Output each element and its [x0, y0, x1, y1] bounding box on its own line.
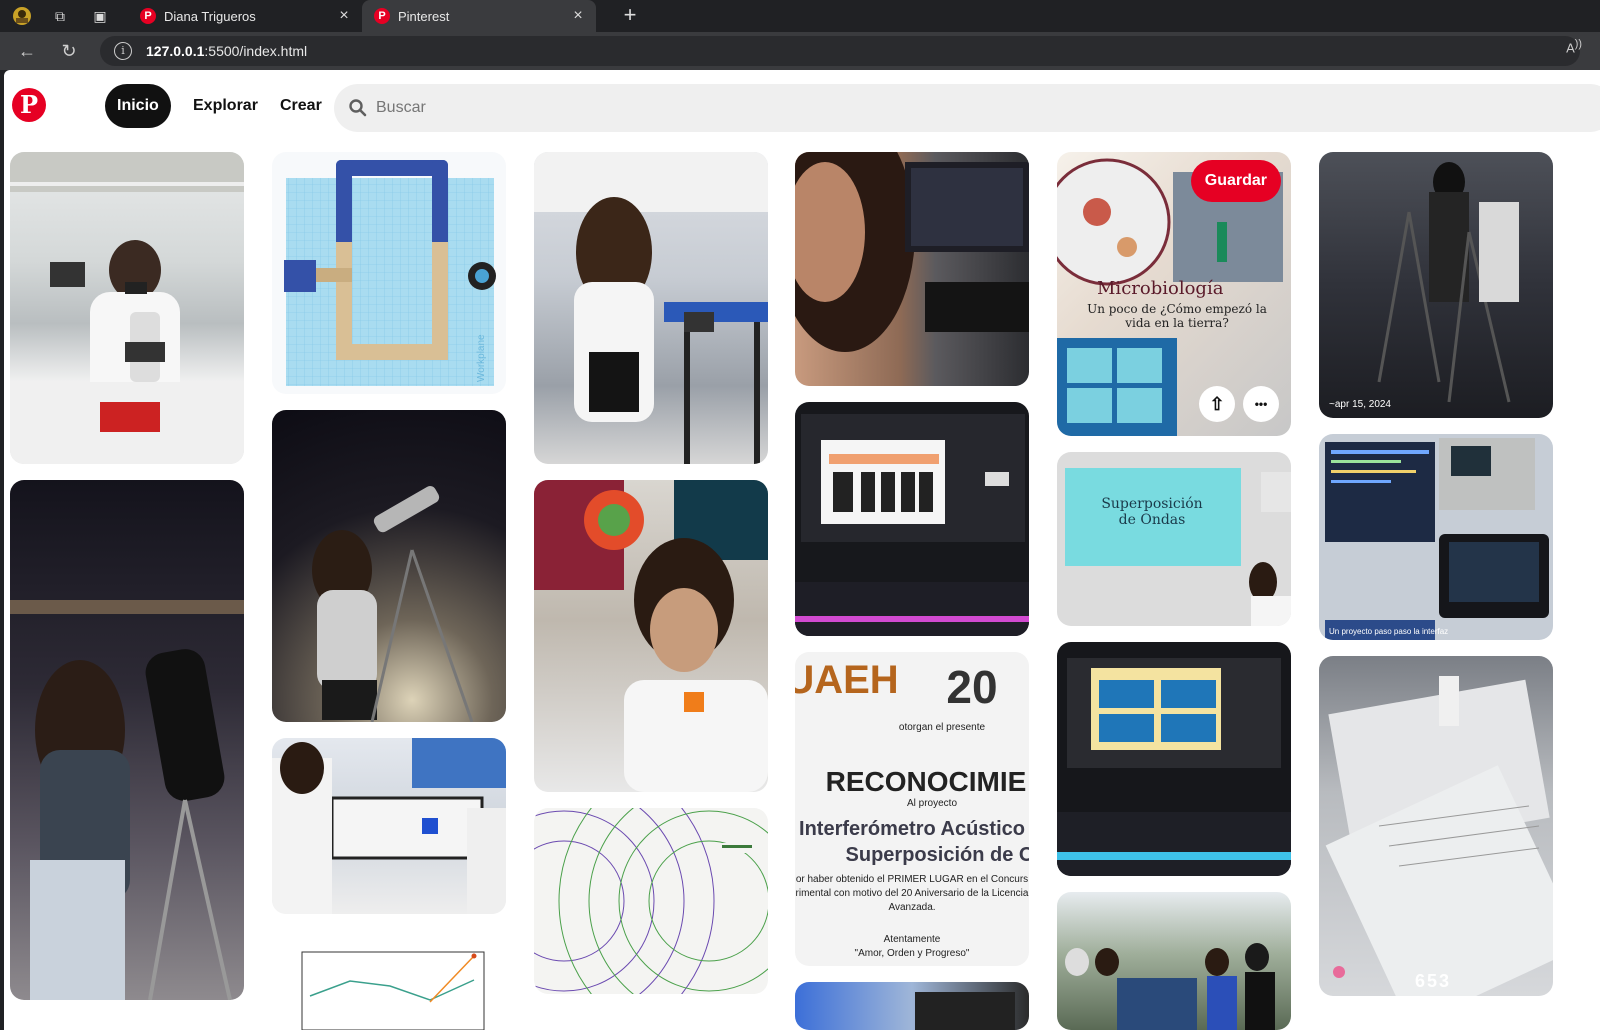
microbiology-subtitle: Un poco de ¿Cómo empezó la vida en la ti…: [1087, 302, 1267, 330]
url-path: :5500/index.html: [204, 43, 308, 59]
pin-notebook[interactable]: 653: [1319, 656, 1553, 996]
tab-actions-icon[interactable]: ▣: [90, 6, 110, 26]
pin-lab-microscope[interactable]: [10, 152, 244, 464]
workspaces-icon[interactable]: ⧉: [50, 6, 70, 26]
selfie-image: [534, 480, 768, 792]
team-photo-image: [1065, 943, 1275, 1030]
more-options-button[interactable]: •••: [1243, 386, 1279, 422]
back-icon[interactable]: ←: [16, 40, 38, 62]
wave-slide-image: [1065, 468, 1291, 626]
circuit-caption: Un proyecto paso paso la interfaz: [1329, 627, 1449, 636]
close-tab-icon[interactable]: ×: [334, 6, 354, 26]
monitor-maps-image: [1057, 658, 1291, 876]
read-aloud-icon[interactable]: A)): [1566, 38, 1582, 55]
new-tab-button[interactable]: +: [618, 4, 642, 28]
computer-selfie-image: [795, 152, 1029, 352]
microbiology-title: Microbiología: [1097, 278, 1224, 299]
certificate-title: RECONOCIMIE: [825, 766, 1027, 797]
code-oscilloscope-image: [1325, 438, 1549, 640]
certificate-atentamente: Atentamente: [883, 934, 941, 945]
telescope-scene-image: [10, 600, 244, 1000]
night-tripods-image: [1377, 162, 1519, 403]
pinterest-favicon-icon: P: [140, 8, 156, 24]
search-bar[interactable]: Buscar: [334, 84, 1600, 132]
url-field[interactable]: i 127.0.0.1:5500/index.html: [100, 36, 1580, 66]
certificate-otorgan: otorgan el presente: [898, 722, 986, 733]
nav-home[interactable]: Inicio: [105, 84, 171, 128]
wave-slide-title: Superposición de Ondas: [1101, 496, 1203, 528]
lab-scene-image: [10, 152, 244, 464]
pin-night-tripods[interactable]: ~apr 15, 2024: [1319, 152, 1553, 418]
certificate-motto: "Amor, Orden y Progreso": [854, 948, 970, 959]
pin-code-oscilloscope[interactable]: Un proyecto paso paso la interfaz: [1319, 434, 1553, 640]
pin-selfie-computer[interactable]: [795, 152, 1029, 386]
wave-interference-image: [534, 808, 768, 994]
share-button[interactable]: ⇧: [1199, 386, 1235, 422]
lab-coat-image: [534, 152, 768, 464]
pin-team-photo[interactable]: [1057, 892, 1291, 1030]
tab-pinterest[interactable]: P Pinterest ×: [362, 0, 596, 32]
close-tab-icon[interactable]: ×: [568, 6, 588, 26]
certificate-body3: Avanzada.: [888, 902, 936, 913]
pinterest-logo[interactable]: P: [12, 88, 46, 122]
profile-avatar-icon[interactable]: [12, 6, 32, 26]
lab-students-image: [272, 738, 506, 914]
pin-monitor-maps[interactable]: [1057, 642, 1291, 876]
search-input[interactable]: Buscar: [376, 84, 426, 132]
pin-workplane-cad[interactable]: Workplane: [272, 152, 506, 394]
pin-selfie-museum[interactable]: [534, 480, 768, 792]
certificate-proyecto: Al proyecto: [906, 798, 958, 809]
pin-certificate[interactable]: UAEH 20 otorgan el presente RECONOCIMIE …: [795, 652, 1029, 966]
url-host: 127.0.0.1: [146, 43, 205, 59]
search-icon: [349, 99, 367, 117]
info-icon[interactable]: i: [114, 42, 132, 60]
url-text: 127.0.0.1:5500/index.html: [146, 43, 307, 59]
certificate-body2: rimental con motivo del 20 Aniversario d…: [795, 888, 1029, 899]
pin-wave-interference[interactable]: [534, 808, 768, 994]
reload-icon[interactable]: ↻: [58, 40, 80, 62]
pin-telescope-girl[interactable]: [10, 480, 244, 1000]
cad-design-image: Workplane: [284, 160, 496, 386]
nav-create[interactable]: Crear: [280, 84, 322, 128]
pinterest-favicon-icon: P: [374, 8, 390, 24]
svg-text:Workplane: Workplane: [476, 334, 487, 382]
save-button[interactable]: Guardar: [1190, 160, 1281, 202]
monitor-slide-image: [795, 414, 1029, 636]
certificate-line2: Superposición de O: [845, 844, 1029, 866]
nav-explore[interactable]: Explorar: [193, 84, 258, 128]
pin-superposicion-ondas[interactable]: Superposición de Ondas: [1057, 452, 1291, 626]
browser-tab-bar: ⧉ ▣ P Diana Trigueros × P Pinterest × +: [0, 0, 1600, 32]
notebook-image: [1325, 676, 1553, 996]
pinterest-page: P Inicio Explorar Crear Buscar Workplane: [4, 70, 1600, 1030]
address-bar-row: ← ↻ i 127.0.0.1:5500/index.html A)): [0, 32, 1600, 70]
pin-monitor-slides[interactable]: [795, 402, 1029, 636]
tab-label: Pinterest: [398, 9, 450, 24]
date-stamp: ~apr 15, 2024: [1329, 399, 1391, 410]
tab-label: Diana Trigueros: [164, 9, 256, 24]
certificate-body1: or haber obtenido el PRIMER LUGAR en el …: [795, 874, 1029, 885]
tab-diana-trigueros[interactable]: P Diana Trigueros ×: [128, 0, 362, 32]
pin-lab-coat-girl[interactable]: [534, 152, 768, 464]
pin-lab-equipment[interactable]: [795, 982, 1029, 1030]
photo-counter: 653: [1415, 971, 1452, 991]
certificate-anniversary: 20: [946, 661, 998, 713]
pin-microbiologia[interactable]: Microbiología Un poco de ¿Cómo empezó la…: [1057, 152, 1291, 436]
lab-equipment-image: [915, 992, 1015, 1030]
night-observation-image: [312, 486, 474, 722]
pin-line-chart[interactable]: [272, 930, 506, 1030]
pin-lab-students[interactable]: [272, 738, 506, 914]
line-chart-image: [301, 951, 485, 1030]
pin-night-telescope[interactable]: [272, 410, 506, 722]
certificate-line1: Interferómetro Acústico: [799, 818, 1025, 840]
